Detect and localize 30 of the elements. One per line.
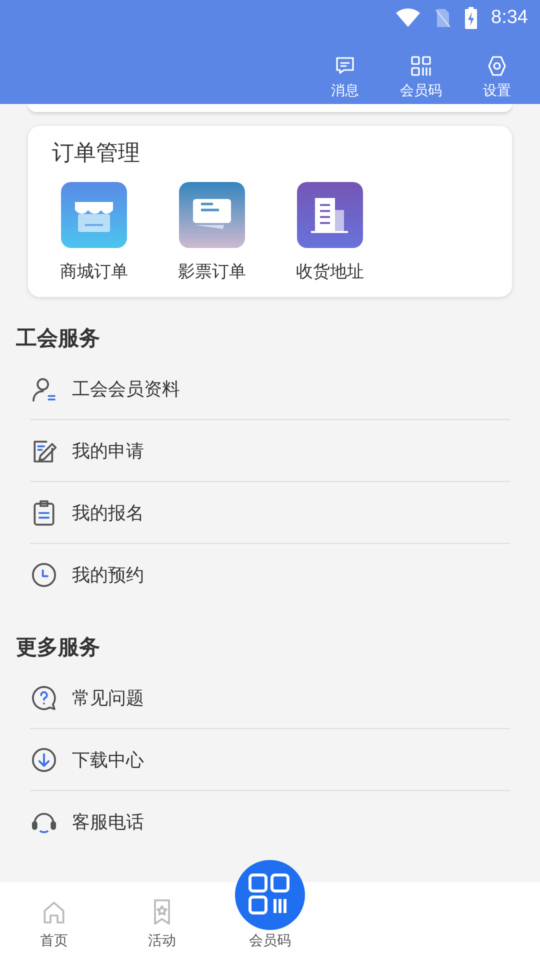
section-title: 更多服务 xyxy=(15,634,101,661)
header-action-button[interactable]: 设置 xyxy=(466,54,528,100)
shop-icon xyxy=(61,182,127,248)
menu-item[interactable]: 客服电话 xyxy=(30,791,510,853)
header-action-button[interactable]: 消息 xyxy=(314,54,376,100)
clock-icon xyxy=(30,561,58,589)
order-shortcut[interactable]: 商城订单 xyxy=(60,182,128,283)
menu-item[interactable]: 工会会员资料 xyxy=(30,358,510,420)
section-title: 工会服务 xyxy=(15,325,101,352)
wifi-icon xyxy=(395,8,422,28)
qr-code-icon xyxy=(409,54,433,78)
menu-item[interactable]: 我的申请 xyxy=(30,420,510,482)
order-shortcut[interactable]: 收货地址 xyxy=(296,182,364,283)
status-time: 8:34 xyxy=(491,7,528,29)
nav-tab[interactable]: 活动 xyxy=(108,882,216,960)
question-icon xyxy=(30,684,58,712)
building-icon xyxy=(297,182,363,248)
header-action-button[interactable]: 会员码 xyxy=(390,54,452,100)
nav-tab[interactable]: 会员码 xyxy=(216,854,324,960)
menu-item[interactable]: 下载中心 xyxy=(30,729,510,791)
menu-item[interactable]: 常见问题 xyxy=(30,667,510,729)
nav-tab[interactable]: 首页 xyxy=(0,882,108,960)
battery-charging-icon xyxy=(465,7,478,29)
menu-item[interactable]: 我的报名 xyxy=(30,482,510,544)
order-shortcut[interactable]: 影票订单 xyxy=(178,182,246,283)
download-icon xyxy=(30,746,58,774)
card-title: 订单管理 xyxy=(52,140,141,168)
ticket-icon xyxy=(179,182,245,248)
no-sim-icon xyxy=(435,8,452,28)
menu-item[interactable]: 我的预约 xyxy=(30,544,510,606)
